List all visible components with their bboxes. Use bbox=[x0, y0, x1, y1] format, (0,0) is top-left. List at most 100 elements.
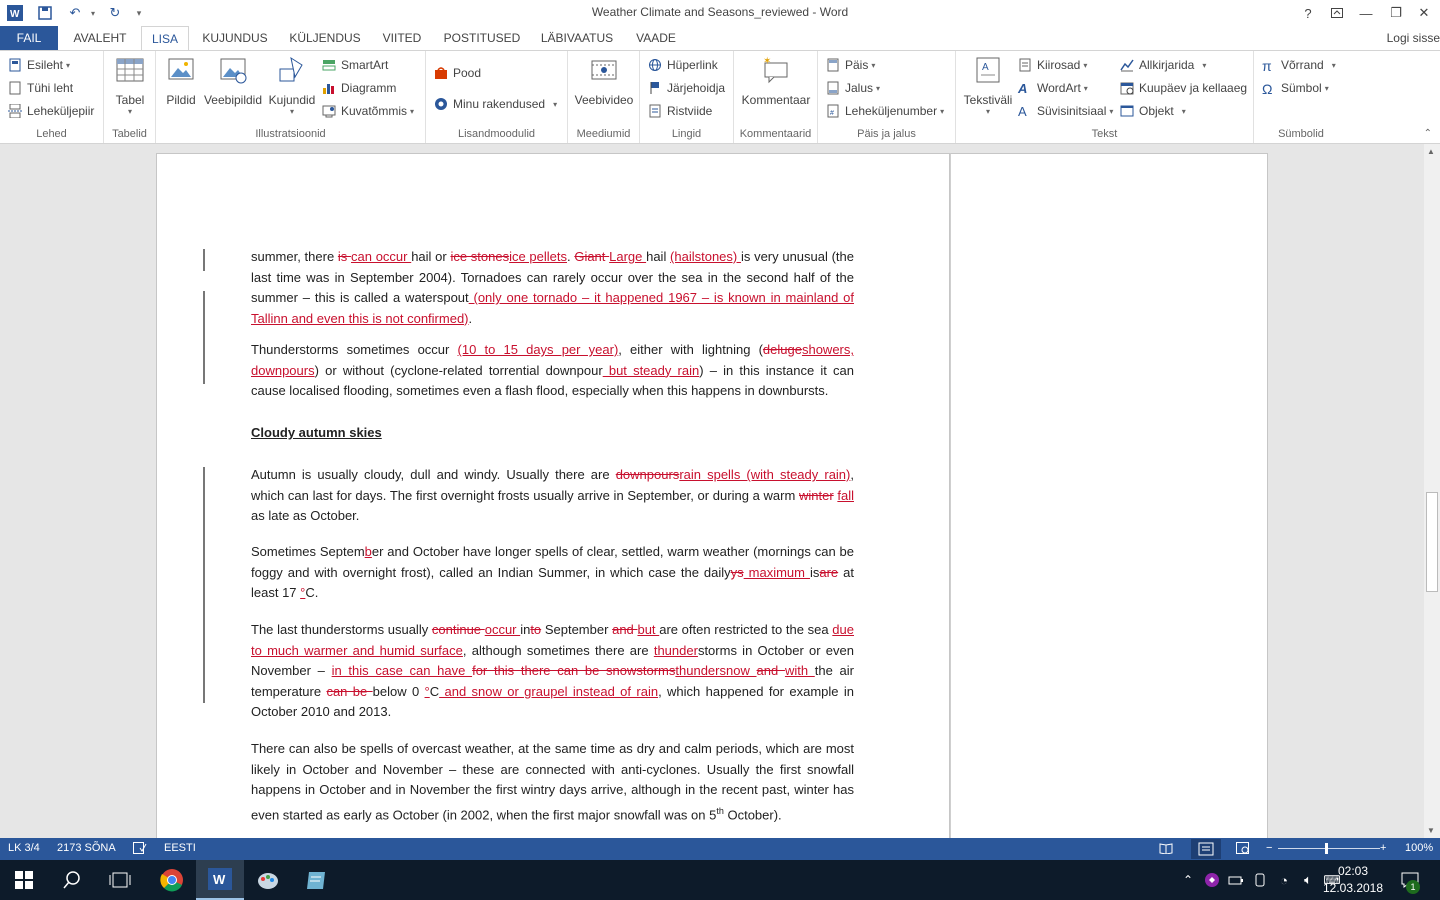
paragraph[interactable]: Sometimes September and October have lon… bbox=[251, 542, 854, 604]
change-bar bbox=[203, 291, 205, 384]
footer-button[interactable]: Jalus ▾ bbox=[826, 78, 880, 98]
zoom-slider[interactable] bbox=[1278, 848, 1380, 849]
online-video-button[interactable]: Veebivideo bbox=[574, 55, 634, 107]
language-indicator[interactable]: EESTI bbox=[164, 842, 196, 854]
date-time-button[interactable]: Kuupäev ja kellaaeg bbox=[1120, 78, 1247, 98]
signature-line-button[interactable]: Allkirjarida ▾ bbox=[1120, 55, 1206, 75]
comment-button[interactable]: ✶ Kommentaar bbox=[740, 55, 812, 107]
help-icon[interactable]: ? bbox=[1296, 2, 1320, 24]
scroll-thumb[interactable] bbox=[1426, 492, 1438, 592]
tracked-insertion: in this case can have bbox=[331, 663, 473, 679]
page-number-button[interactable]: # Leheküljenumber ▾ bbox=[826, 101, 944, 121]
status-bar: LK 3/4 2173 SÕNA EESTI − + 100% bbox=[0, 838, 1440, 860]
close-icon[interactable]: ✕ bbox=[1412, 2, 1436, 24]
notepad-icon[interactable] bbox=[292, 860, 340, 900]
symbol-button[interactable]: Ω Sümbol ▾ bbox=[1262, 78, 1329, 98]
group-label-media: Meediumid bbox=[576, 128, 631, 140]
calendar-icon bbox=[1120, 81, 1134, 95]
paragraph[interactable]: There can also be spells of overcast wea… bbox=[251, 739, 854, 826]
cover-page-button[interactable]: Esileht ▾ bbox=[8, 55, 70, 75]
group-label-illustrations: Illustratsioonid bbox=[255, 128, 326, 140]
equation-button[interactable]: π Võrrand ▾ bbox=[1262, 55, 1336, 75]
smartart-button[interactable]: SmartArt bbox=[322, 55, 388, 75]
tab-view[interactable]: VAADE bbox=[628, 26, 684, 50]
hyperlink-button[interactable]: Hüperlink bbox=[648, 55, 718, 75]
hyperlink-icon bbox=[648, 58, 662, 72]
new-comment-icon: ✶ bbox=[760, 55, 792, 87]
proofing-icon[interactable] bbox=[133, 842, 147, 857]
group-label-header-footer: Päis ja jalus bbox=[857, 128, 916, 140]
vertical-scrollbar[interactable]: ▲ ▼ bbox=[1424, 144, 1440, 838]
paint-icon[interactable] bbox=[244, 860, 292, 900]
group-label-pages: Lehed bbox=[36, 128, 67, 140]
blank-page-button[interactable]: Tühi leht bbox=[8, 78, 73, 98]
task-view-icon[interactable] bbox=[96, 860, 144, 900]
volume-icon[interactable]: 🔈︎ bbox=[1296, 860, 1320, 900]
sign-in-link[interactable]: Logi sisse bbox=[1387, 31, 1440, 45]
tab-home[interactable]: AVALEHT bbox=[64, 26, 136, 50]
tab-design[interactable]: KUJUNDUS bbox=[196, 26, 274, 50]
screenshot-button[interactable]: Kuvatõmmis ▾ bbox=[322, 101, 414, 121]
restore-icon[interactable]: ❐ bbox=[1384, 2, 1408, 24]
document-page[interactable]: summer, there is can occur hail or ice s… bbox=[156, 153, 950, 838]
show-hidden-icons-icon[interactable]: ⌃ bbox=[1176, 860, 1200, 900]
table-button[interactable]: Tabel ▾ bbox=[114, 55, 146, 116]
text-run: , either with lightning ( bbox=[618, 342, 763, 357]
paragraph[interactable]: summer, there is can occur hail or ice s… bbox=[251, 247, 854, 329]
wifi-icon[interactable]: ◔ bbox=[1272, 860, 1296, 900]
object-button[interactable]: Objekt ▾ bbox=[1120, 101, 1186, 121]
tab-insert[interactable]: LISA bbox=[141, 26, 189, 51]
online-pictures-button[interactable]: Veebipildid bbox=[200, 55, 266, 107]
web-layout-icon[interactable] bbox=[1236, 842, 1250, 857]
my-addins-button[interactable]: Minu rakendused ▾ bbox=[434, 94, 557, 114]
tracked-deletion: continue bbox=[431, 622, 485, 637]
paragraph[interactable]: Thunderstorms sometimes occur (10 to 15 … bbox=[251, 340, 854, 402]
clock-date[interactable]: 12.03.2018 bbox=[1322, 881, 1384, 895]
quick-parts-button[interactable]: Kiirosad ▾ bbox=[1018, 55, 1087, 75]
zoom-slider-thumb[interactable] bbox=[1325, 843, 1328, 854]
text-run: summer, there bbox=[251, 249, 338, 264]
header-button[interactable]: Päis ▾ bbox=[826, 55, 875, 75]
collapse-ribbon-icon[interactable]: ⌃ bbox=[1424, 128, 1432, 139]
tab-file[interactable]: FAIL bbox=[0, 26, 58, 50]
store-button[interactable]: Pood bbox=[434, 63, 481, 83]
zoom-level[interactable]: 100% bbox=[1405, 842, 1433, 854]
chrome-icon[interactable] bbox=[148, 860, 196, 900]
text-run: is bbox=[809, 564, 820, 580]
cross-reference-button[interactable]: Ristviide bbox=[648, 101, 712, 121]
paragraph[interactable]: The last thunderstorms usually continue … bbox=[251, 620, 854, 723]
zoom-out-icon[interactable]: − bbox=[1266, 842, 1272, 854]
drop-cap-button[interactable]: A Süvisinitsiaal ▾ bbox=[1018, 101, 1113, 121]
clock-time[interactable]: 02:03 bbox=[1322, 864, 1384, 878]
paragraph[interactable]: Autumn is usually cloudy, dull and windy… bbox=[251, 465, 854, 527]
pi-icon: π bbox=[1262, 58, 1272, 74]
windows-start-icon[interactable] bbox=[0, 860, 48, 900]
search-icon[interactable] bbox=[48, 860, 96, 900]
ribbon-display-icon[interactable] bbox=[1325, 2, 1349, 24]
section-heading[interactable]: Cloudy autumn skies bbox=[251, 423, 854, 444]
word-count[interactable]: 2173 SÕNA bbox=[57, 842, 116, 854]
group-comments: ✶ Kommentaar Kommentaarid bbox=[734, 51, 818, 143]
minimize-icon[interactable]: — bbox=[1354, 2, 1378, 24]
scroll-down-icon[interactable]: ▼ bbox=[1427, 826, 1435, 835]
bookmark-button[interactable]: Järjehoidja bbox=[648, 78, 725, 98]
shapes-button[interactable]: Kujundid ▾ bbox=[266, 55, 318, 116]
tab-layout[interactable]: KÜLJENDUS bbox=[282, 26, 368, 50]
pictures-button[interactable]: Pildid bbox=[164, 55, 198, 107]
tray-app-icon[interactable] bbox=[1200, 860, 1224, 900]
text-box-button[interactable]: A Tekstiväli ▾ bbox=[960, 55, 1016, 116]
tab-mailings[interactable]: POSTITUSED bbox=[436, 26, 528, 50]
word-taskbar-icon[interactable]: W bbox=[196, 860, 244, 900]
tab-review[interactable]: LÄBIVAATUS bbox=[534, 26, 620, 50]
page-break-button[interactable]: Leheküljepiir bbox=[8, 101, 94, 121]
scroll-up-icon[interactable]: ▲ bbox=[1427, 147, 1435, 156]
tab-references[interactable]: VIITED bbox=[376, 26, 428, 50]
battery-icon[interactable] bbox=[1224, 860, 1248, 900]
page-indicator[interactable]: LK 3/4 bbox=[8, 842, 40, 854]
network-icon[interactable] bbox=[1248, 860, 1272, 900]
print-layout-icon[interactable] bbox=[1191, 839, 1221, 859]
chart-button[interactable]: Diagramm bbox=[322, 78, 396, 98]
wordart-button[interactable]: A WordArt ▾ bbox=[1018, 78, 1088, 98]
zoom-in-icon[interactable]: + bbox=[1380, 842, 1386, 854]
read-mode-icon[interactable] bbox=[1159, 842, 1173, 857]
